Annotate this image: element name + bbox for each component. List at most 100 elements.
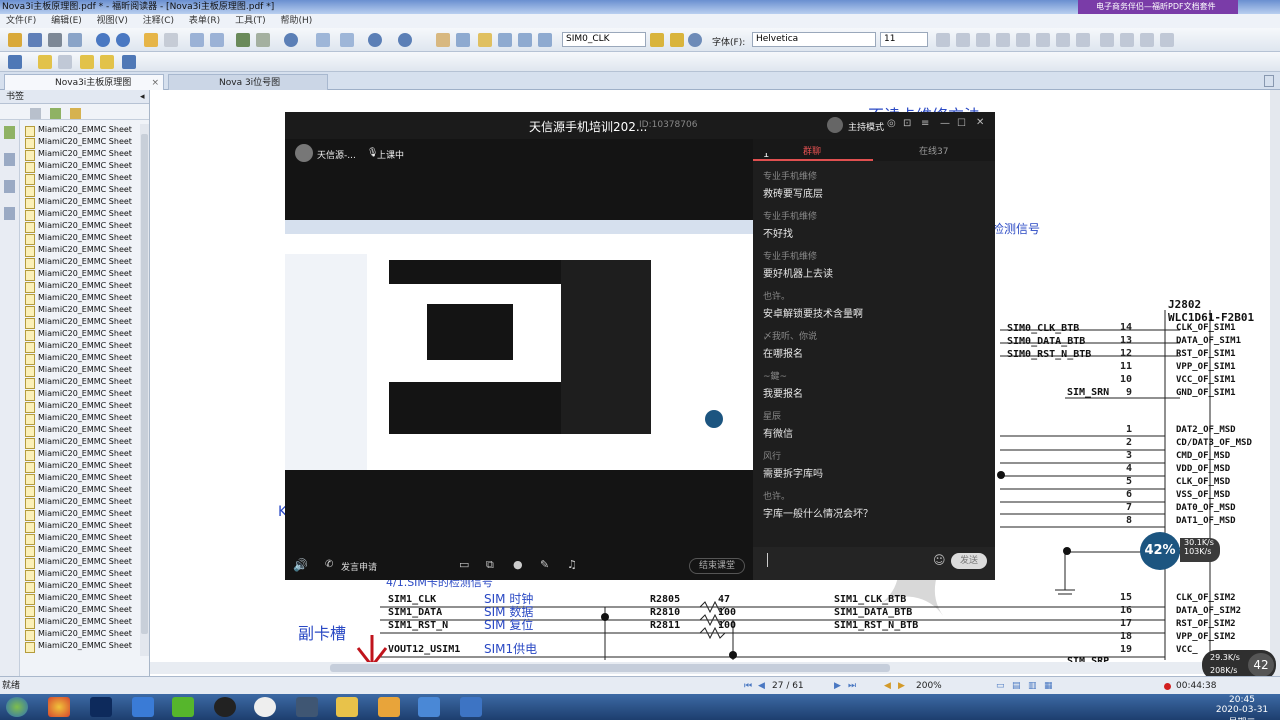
highlight-icon[interactable] [38,55,52,69]
hand-tool-icon[interactable] [436,33,450,47]
bold-icon[interactable] [976,33,990,47]
bookmark-item[interactable]: MiamiC20_EMMC Sheet [22,496,140,509]
delete-bookmark-icon[interactable] [30,108,41,119]
facing-continuous-icon[interactable]: ▦ [1044,677,1053,695]
menu-view[interactable]: 视图(V) [97,16,128,26]
continuous-icon[interactable]: ▤ [1012,677,1021,695]
menu-edit[interactable]: 编辑(E) [51,16,82,26]
tab-nova3i-layout[interactable]: Nova 3i位号图 [168,74,328,90]
pencil-icon[interactable] [8,55,22,69]
start-button[interactable] [6,697,28,717]
snapshot-icon[interactable] [518,33,532,47]
note-icon[interactable] [100,55,114,69]
redo-icon[interactable] [256,33,270,47]
bookmark-item[interactable]: MiamiC20_EMMC Sheet [22,532,140,545]
next-page-icon[interactable] [116,33,130,47]
prev-page-icon[interactable] [96,33,110,47]
underline-icon[interactable] [1016,33,1030,47]
fit-page-icon[interactable] [316,33,330,47]
pages-panel-icon[interactable] [4,153,15,166]
subscript-icon[interactable] [1076,33,1090,47]
strikethrough-icon[interactable] [1036,33,1050,47]
forward-view-icon[interactable]: ▶ [898,677,905,695]
print-icon[interactable] [48,33,62,47]
paste-icon[interactable] [210,33,224,47]
bookmark-item[interactable]: MiamiC20_EMMC Sheet [22,148,140,161]
menu-tools[interactable]: 工具(T) [235,16,266,26]
bookmarks-scrollbar[interactable] [140,124,149,656]
document-vertical-scrollbar[interactable] [1270,90,1280,676]
bookmark-item[interactable]: MiamiC20_EMMC Sheet [22,568,140,581]
next-page-status-icon[interactable]: ▶ [834,677,841,695]
menu-icon[interactable]: ≡ [921,118,929,129]
minimize-icon[interactable]: — [940,118,950,129]
text-tool-icon[interactable] [498,33,512,47]
align-center-icon[interactable] [1120,33,1134,47]
open-icon[interactable] [8,33,22,47]
bookmark-item[interactable]: MiamiC20_EMMC Sheet [22,388,140,401]
tab-menu-icon[interactable] [1264,75,1274,87]
bookmark-item[interactable]: MiamiC20_EMMC Sheet [22,352,140,365]
screen-share-icon[interactable]: ⧉ [486,558,494,572]
bookmark-item[interactable]: MiamiC20_EMMC Sheet [22,460,140,473]
bookmark-item[interactable]: MiamiC20_EMMC Sheet [22,232,140,245]
align-right-icon[interactable] [1140,33,1154,47]
zoom-in-icon[interactable] [398,33,412,47]
fit-width-icon[interactable] [340,33,354,47]
typewriter-icon[interactable] [58,55,72,69]
bookmark-item[interactable]: MiamiC20_EMMC Sheet [22,556,140,569]
bookmark-item[interactable]: MiamiC20_EMMC Sheet [22,580,140,593]
bookmark-item[interactable]: MiamiC20_EMMC Sheet [22,220,140,233]
bookmark-item[interactable]: MiamiC20_EMMC Sheet [22,448,140,461]
bookmark-item[interactable]: MiamiC20_EMMC Sheet [22,256,140,269]
emoji-icon[interactable]: ☺ [933,553,946,567]
bookmark-item[interactable]: MiamiC20_EMMC Sheet [22,208,140,221]
window-icon[interactable] [296,697,318,717]
prev-page-status-icon[interactable]: ◀ [758,677,765,695]
bookmark-options-icon[interactable] [70,108,81,119]
first-page-icon[interactable]: ⏮ [744,677,752,695]
bookmark-item[interactable]: MiamiC20_EMMC Sheet [22,124,140,137]
media-icon[interactable] [214,697,236,717]
bookmark-item[interactable]: MiamiC20_EMMC Sheet [22,628,140,641]
close-tab-icon[interactable]: × [151,75,159,91]
microphone-icon[interactable]: ● [513,558,523,571]
bookmark-item[interactable]: MiamiC20_EMMC Sheet [22,172,140,185]
bookmark-item[interactable]: MiamiC20_EMMC Sheet [22,604,140,617]
menu-comment[interactable]: 注释(C) [143,16,174,26]
textbox-icon[interactable] [80,55,94,69]
iqiyi-icon[interactable] [172,697,194,717]
attachments-panel-icon[interactable] [4,207,15,220]
arrow-icon[interactable] [122,55,136,69]
bookmark-item[interactable]: MiamiC20_EMMC Sheet [22,472,140,485]
page-indicator[interactable]: 27 / 61 [772,677,804,695]
find-next-icon[interactable] [670,33,684,47]
undo-icon[interactable] [236,33,250,47]
bookmark-item[interactable]: MiamiC20_EMMC Sheet [22,292,140,305]
forward-icon[interactable] [164,33,178,47]
chat-input[interactable] [767,553,768,567]
copy-icon[interactable] [190,33,204,47]
menu-file[interactable]: 文件(F) [6,16,36,26]
folder-icon[interactable] [336,697,358,717]
menu-help[interactable]: 帮助(H) [280,16,312,26]
bookmark-item[interactable]: MiamiC20_EMMC Sheet [22,436,140,449]
bookmark-item[interactable]: MiamiC20_EMMC Sheet [22,376,140,389]
document-horizontal-scrollbar[interactable] [150,662,1270,674]
back-icon[interactable] [144,33,158,47]
tab-nova3i-schematic[interactable]: Nova3i主板原理图 × [4,74,164,90]
bookmark-item[interactable]: MiamiC20_EMMC Sheet [22,424,140,437]
bookmarks-panel-icon[interactable] [4,126,15,139]
zoom-out-icon[interactable] [368,33,382,47]
font-grow-icon[interactable] [936,33,950,47]
last-page-icon[interactable]: ⏭ [848,677,856,695]
select-arrow-icon[interactable] [478,33,492,47]
bookmark-item[interactable]: MiamiC20_EMMC Sheet [22,304,140,317]
bookmark-item[interactable]: MiamiC20_EMMC Sheet [22,196,140,209]
end-class-button[interactable]: 结束课堂 [689,558,745,574]
align-left-icon[interactable] [1100,33,1114,47]
camera-icon[interactable] [538,33,552,47]
bookmark-item[interactable]: MiamiC20_EMMC Sheet [22,244,140,257]
pdf-reader-icon[interactable] [378,697,400,717]
bookmark-item[interactable]: MiamiC20_EMMC Sheet [22,280,140,293]
